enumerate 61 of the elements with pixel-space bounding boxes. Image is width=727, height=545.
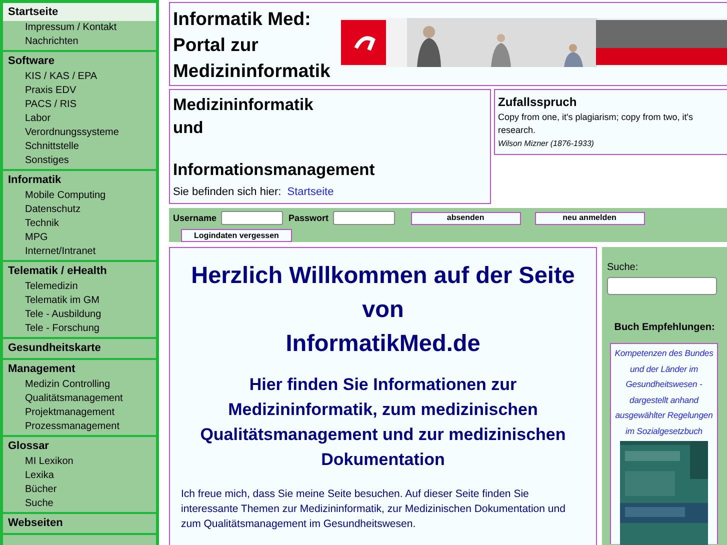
breadcrumb-link[interactable]: Startseite [287, 186, 334, 198]
nav-heading[interactable]: Gesundheitskarte [3, 339, 156, 357]
welcome-heading: InformatikMed.de [284, 329, 482, 358]
search-field[interactable] [607, 277, 717, 295]
nav-link[interactable]: Schnittstelle [25, 140, 79, 154]
nav-link[interactable]: Tele - Ausbildung [25, 308, 102, 322]
nav-link[interactable]: Suche [25, 497, 54, 511]
nav-link[interactable]: Medizin Controlling [25, 378, 110, 392]
site-title: Informatik Med: [173, 7, 312, 31]
subheading: Hier finden Sie Informationen zur Medizininformatik, zum medizinischen Qualitätsmanagement und zur medizinischen Dokumentation [199, 374, 567, 471]
nav-heading[interactable]: Management [3, 360, 156, 378]
site-title: Medizininformatik [173, 59, 330, 83]
nav-link[interactable]: Prozessmanagement [25, 420, 120, 434]
submit-button[interactable]: absenden [410, 212, 521, 224]
nav-link[interactable]: MI Lexikon [25, 455, 74, 469]
nav-heading[interactable]: Webseiten [3, 514, 156, 532]
nav-link[interactable]: Verordnungssysteme [25, 126, 119, 140]
quote-text: Copy from one, it's plagiarism; copy from two, it's research. [498, 111, 694, 137]
intro-paragraph: Ich freue mich, dass Sie meine Seite besuchen. Auf dieser Seite finden Sie interessante Themen zur Medizininformatik, zur Medizinischen Dokumentation und zum Qualitätsmanagement im Gesundheitswesen. [181, 487, 566, 532]
section-heading: und [173, 118, 204, 139]
nav-heading[interactable]: Telematik / eHealth [3, 262, 156, 280]
nav-link[interactable]: Nachrichten [25, 35, 78, 49]
quote-title: Zufallsspruch [498, 95, 578, 109]
nav-link[interactable]: Technik [25, 217, 59, 231]
nav-link[interactable]: Tele - Forschung [25, 322, 100, 336]
welcome-heading: Herzlich Willkommen auf der Seite [190, 261, 576, 290]
nav-link[interactable]: Telematik im GM [25, 294, 100, 308]
forgot-login-button[interactable]: Logindaten vergessen [181, 229, 292, 242]
nav-link[interactable]: Mobile Computing [25, 189, 106, 203]
quote-author: Wilson Mizner (1876-1933) [498, 139, 595, 148]
nav-link[interactable]: Sonstiges [25, 154, 69, 168]
nav-link[interactable]: Projektmanagement [25, 406, 114, 420]
nav-link[interactable]: Internet/Intranet [25, 245, 96, 259]
nav-link[interactable]: Datenschutz [25, 203, 81, 217]
section-heading: Medizininformatik [173, 95, 314, 116]
section-heading: Informationsmanagement [173, 160, 376, 181]
book-link[interactable]: Kompetenzen des Bundes und der Länder im Gesundheitswesen - dargestellt anhand ausgewählter Regelungen im Sozialgesetzbuch [611, 344, 717, 439]
nav-heading[interactable]: Glossar [3, 437, 156, 455]
nav-link[interactable]: Telemedizin [25, 280, 78, 294]
breadcrumb-label: Sie befinden sich hier: [173, 186, 282, 198]
books-heading: Buch Empfehlungen: [613, 322, 716, 333]
nav-heading[interactable]: Informatik [3, 171, 156, 189]
nav-link[interactable]: PACS / RIS [25, 98, 76, 112]
register-button[interactable]: neu anmelden [534, 212, 645, 224]
nav-link[interactable]: Labor [25, 112, 51, 126]
nav-link[interactable]: Bücher [25, 483, 57, 497]
nav-link[interactable]: Qualitätsmanagement [25, 392, 123, 406]
nav-heading[interactable]: Startseite [3, 3, 156, 21]
nav-link[interactable]: Praxis EDV [25, 84, 76, 98]
search-label: Suche: [607, 262, 640, 273]
nav-link[interactable]: Impressum / Kontakt [25, 21, 117, 35]
site-title: Portal zur [173, 33, 260, 57]
nav-link[interactable]: Lexika [25, 469, 54, 483]
password-label: Passwort [288, 213, 329, 223]
welcome-heading: von [361, 295, 405, 324]
username-field[interactable] [220, 211, 283, 225]
nav-heading[interactable]: Software [3, 52, 156, 70]
nav-link[interactable]: KIS / KAS / EPA [25, 70, 98, 84]
nav-link[interactable]: MPG [25, 231, 48, 245]
username-label: Username [173, 213, 217, 223]
password-field[interactable] [332, 211, 395, 225]
